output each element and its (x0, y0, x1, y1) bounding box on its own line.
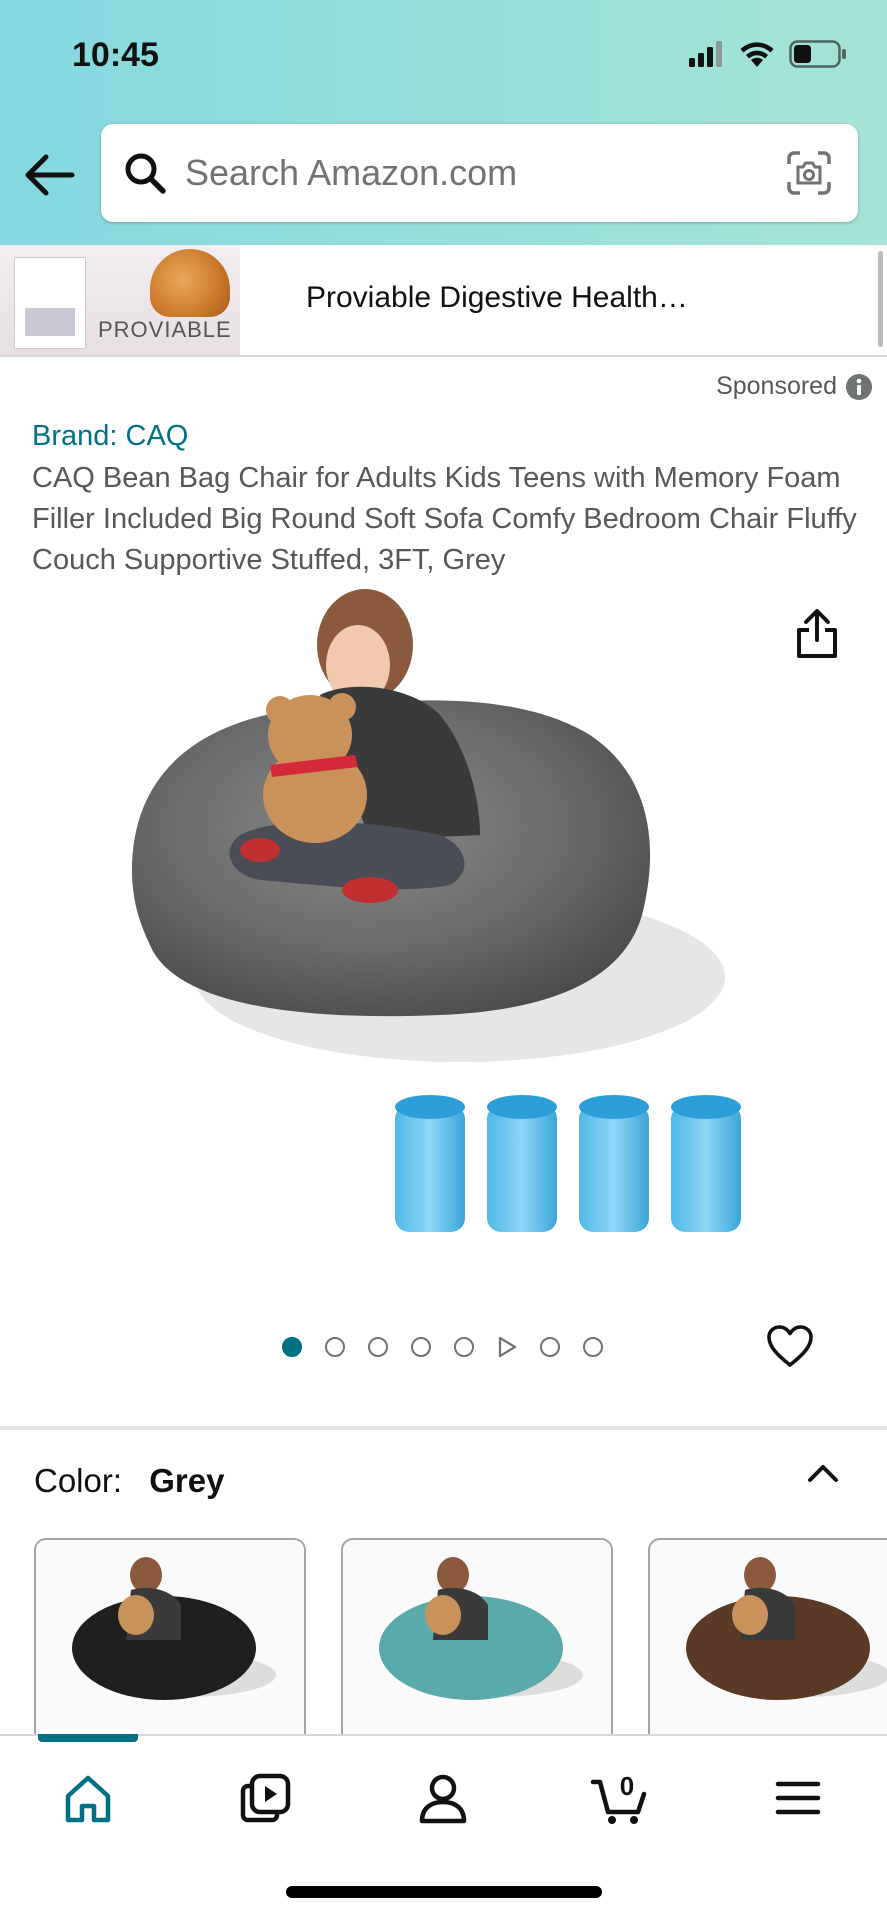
ad-product-image: PROVIABLE (0, 245, 240, 355)
ad-title[interactable]: Proviable Digestive Health… (306, 281, 688, 315)
signal-icon (689, 41, 722, 67)
video-play-icon[interactable] (497, 1336, 517, 1358)
image-carousel-dots[interactable] (282, 1336, 603, 1358)
search-input[interactable] (185, 124, 755, 222)
swatch-image (686, 1557, 887, 1700)
carousel-dot[interactable] (368, 1337, 388, 1357)
carousel-dot[interactable] (411, 1337, 431, 1357)
ad-brand-logo: PROVIABLE (98, 317, 232, 342)
carousel-dot[interactable] (540, 1337, 560, 1357)
sponsored-label[interactable]: Sponsored (716, 372, 873, 401)
top-header: 10:45 (0, 0, 887, 245)
section-divider (0, 1426, 887, 1430)
camera-scan-icon[interactable] (786, 150, 832, 196)
battery-icon (789, 40, 846, 68)
info-icon[interactable] (845, 373, 873, 401)
wifi-icon (740, 42, 774, 67)
search-icon (125, 153, 166, 194)
status-time: 10:45 (72, 36, 159, 74)
home-icon[interactable] (58, 1768, 118, 1828)
color-label: Color: (34, 1462, 123, 1499)
carousel-dot[interactable] (583, 1337, 603, 1357)
carousel-dot[interactable] (325, 1337, 345, 1357)
sponsored-ad-banner[interactable]: PROVIABLE Proviable Digestive Health… (0, 245, 887, 357)
menu-icon[interactable] (768, 1768, 828, 1828)
color-value: Grey (149, 1462, 225, 1499)
color-swatch-brown[interactable] (648, 1538, 887, 1738)
filler-cylinders (395, 1095, 741, 1232)
ad-scrollbar (878, 251, 883, 347)
ad-product-box (14, 257, 86, 349)
carousel-dot[interactable] (282, 1337, 302, 1357)
back-arrow-icon[interactable] (22, 150, 76, 200)
wishlist-heart-icon[interactable] (766, 1324, 814, 1368)
cart-count: 0 (619, 1771, 635, 1801)
search-bar[interactable] (101, 124, 858, 222)
color-swatch-list (34, 1538, 887, 1738)
chevron-up-icon[interactable] (805, 1460, 841, 1486)
color-swatch-teal[interactable] (341, 1538, 613, 1738)
share-icon[interactable] (793, 608, 841, 660)
swatch-image (379, 1557, 583, 1700)
ad-cat-image (150, 249, 230, 317)
account-icon[interactable] (413, 1768, 473, 1828)
home-indicator (286, 1886, 602, 1898)
swatch-image (72, 1557, 276, 1700)
cart-button[interactable]: 0 (590, 1768, 650, 1828)
nav-active-indicator (38, 1734, 138, 1742)
sponsored-text: Sponsored (716, 372, 837, 400)
status-icons (689, 40, 847, 68)
brand-link[interactable]: Brand: CAQ (32, 420, 188, 453)
color-selector-header[interactable]: Color: Grey (34, 1462, 224, 1500)
product-title: CAQ Bean Bag Chair for Adults Kids Teens… (32, 462, 857, 576)
inspire-video-icon[interactable] (236, 1768, 296, 1828)
carousel-dot[interactable] (454, 1337, 474, 1357)
product-image[interactable] (120, 585, 770, 1250)
color-swatch-black[interactable] (34, 1538, 306, 1738)
